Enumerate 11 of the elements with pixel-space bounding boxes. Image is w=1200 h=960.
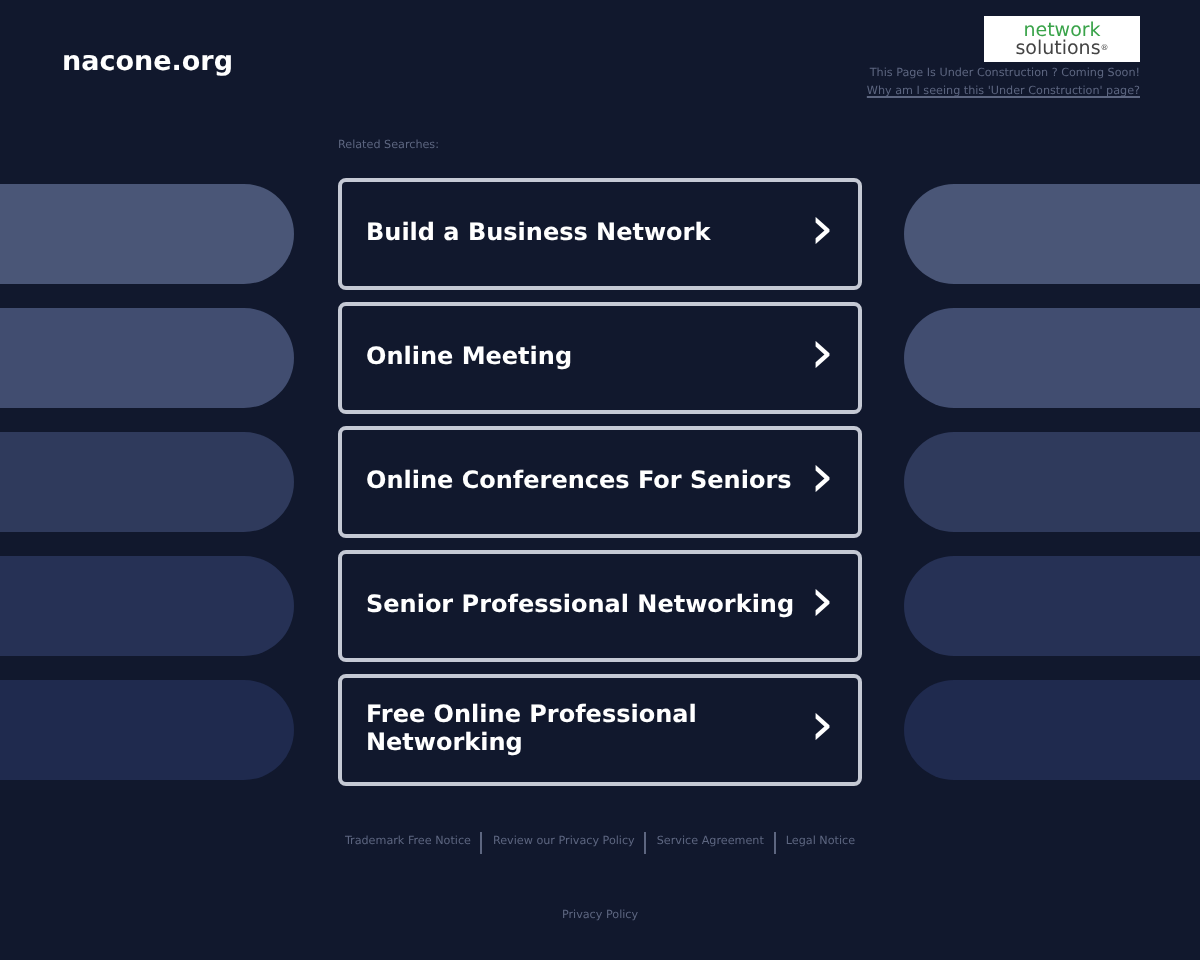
search-link-button[interactable]: Build a Business Network › bbox=[338, 178, 862, 290]
chevron-icon: › bbox=[810, 324, 834, 384]
search-link-button[interactable]: Senior Professional Networking › bbox=[338, 550, 862, 662]
search-link-button[interactable]: Online Meeting › bbox=[338, 302, 862, 414]
site-title: nacone.org bbox=[62, 44, 233, 82]
chevron-icon: › bbox=[810, 696, 834, 756]
search-link-button[interactable]: Free Online Professional Networking › bbox=[338, 674, 862, 786]
chevron-icon: › bbox=[810, 572, 834, 632]
search-link-button[interactable]: Online Conferences For Seniors › bbox=[338, 426, 862, 538]
chevron-icon: › bbox=[810, 448, 834, 508]
chevron-icon: › bbox=[810, 200, 834, 260]
